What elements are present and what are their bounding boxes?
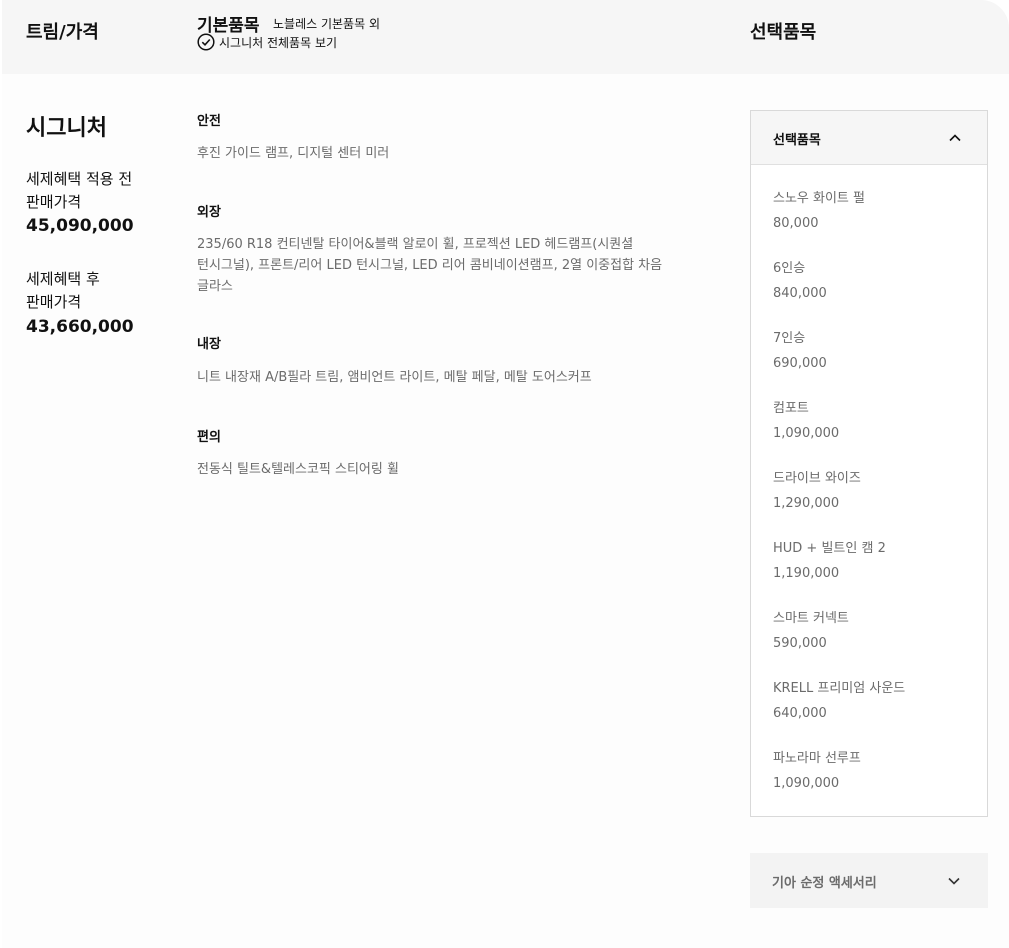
option-item: HUD + 빌트인 캠 2 1,190,000 (773, 537, 886, 581)
view-full-items-link[interactable]: 시그니처 전체품목 보기 (197, 33, 337, 51)
category-safety-body: 후진 가이드 램프, 디지털 센터 미러 (197, 143, 717, 164)
after-tax-label: 세제혜택 후 판매가격 (26, 268, 156, 314)
options-panel-toggle[interactable]: 선택품목 (751, 111, 987, 165)
after-tax-price: 43,660,000 (26, 317, 134, 337)
option-name: HUD + 빌트인 캠 2 (773, 541, 886, 556)
options-panel: 선택품목 스노우 화이트 펄 80,000 6인승 840,000 7인승 69… (750, 110, 988, 817)
option-name: KRELL 프리미엄 사운드 (773, 681, 906, 696)
view-full-items-label: 시그니처 전체품목 보기 (219, 35, 338, 50)
option-price: 690,000 (773, 356, 827, 371)
after-tax-label-line2: 판매가격 (26, 293, 82, 311)
category-interior-body: 니트 내장재 A/B필라 트림, 앰비언트 라이트, 메탈 페달, 메탈 도어스… (197, 367, 717, 388)
option-item: 7인승 690,000 (773, 327, 827, 371)
before-tax-price: 45,090,000 (26, 216, 134, 236)
accessories-title: 기아 순정 액세서리 (772, 876, 877, 891)
category-line: 턴시그널), 프론트/리어 LED 턴시그널, LED 리어 콤비네이션램프, … (197, 258, 663, 273)
option-name: 7인승 (773, 331, 806, 346)
option-name: 파노라마 선루프 (773, 751, 861, 766)
category-line: 니트 내장재 A/B필라 트림, 앰비언트 라이트, 메탈 페달, 메탈 도어스… (197, 370, 592, 385)
option-item: 드라이브 와이즈 1,290,000 (773, 467, 861, 511)
table-header: 트림/가격 기본품목 노블레스 기본품목 외 시그니처 전체품목 보기 선택품목 (2, 0, 1009, 74)
option-item: KRELL 프리미엄 사운드 640,000 (773, 677, 905, 721)
options-panel-title: 선택품목 (773, 133, 821, 148)
category-line: 후진 가이드 램프, 디지털 센터 미러 (197, 146, 390, 161)
option-name: 컴포트 (773, 401, 809, 416)
option-name: 스노우 화이트 펄 (773, 191, 865, 206)
option-price: 80,000 (773, 216, 819, 231)
option-item: 파노라마 선루프 1,090,000 (773, 747, 861, 791)
before-tax-label-line1: 세제혜택 적용 전 (26, 170, 133, 188)
option-item: 컴포트 1,090,000 (773, 397, 839, 441)
option-name: 스마트 커넥트 (773, 611, 849, 626)
option-price: 1,290,000 (773, 496, 840, 511)
trim-price-heading: 트림/가격 (26, 22, 99, 43)
check-circle-icon (197, 33, 215, 51)
basic-items-subtitle: 노블레스 기본품목 외 (273, 17, 380, 31)
option-item: 스마트 커넥트 590,000 (773, 607, 849, 651)
option-price: 1,190,000 (773, 566, 840, 581)
option-price: 840,000 (773, 286, 827, 301)
category-exterior-title: 외장 (197, 205, 221, 220)
chevron-down-icon (948, 877, 960, 885)
before-tax-label: 세제혜택 적용 전 판매가격 (26, 168, 156, 214)
category-line: 전동식 틸트&텔레스코픽 스티어링 휠 (197, 462, 399, 477)
trim-name: 시그니처 (26, 116, 107, 141)
option-price: 1,090,000 (773, 776, 840, 791)
category-interior-title: 내장 (197, 337, 221, 352)
option-name: 6인승 (773, 261, 806, 276)
option-price: 1,090,000 (773, 426, 840, 441)
category-convenience-body: 전동식 틸트&텔레스코픽 스티어링 휠 (197, 459, 717, 480)
after-tax-label-line1: 세제혜택 후 (26, 270, 100, 288)
trim-price-card: 트림/가격 기본품목 노블레스 기본품목 외 시그니처 전체품목 보기 선택품목… (2, 0, 1009, 948)
before-tax-label-line2: 판매가격 (26, 193, 82, 211)
option-price: 590,000 (773, 636, 827, 651)
option-item: 6인승 840,000 (773, 257, 827, 301)
option-name: 드라이브 와이즈 (773, 471, 861, 486)
option-item: 스노우 화이트 펄 80,000 (773, 187, 865, 231)
category-safety-title: 안전 (197, 114, 221, 129)
options-heading: 선택품목 (750, 22, 817, 43)
category-exterior-body: 235/60 R18 컨티넨탈 타이어&블랙 알로이 휠, 프로젝션 LED 헤… (197, 234, 717, 297)
accessories-toggle[interactable]: 기아 순정 액세서리 (750, 853, 988, 908)
category-convenience-title: 편의 (197, 430, 221, 445)
chevron-up-icon (949, 134, 961, 142)
option-price: 640,000 (773, 706, 827, 721)
category-line: 235/60 R18 컨티넨탈 타이어&블랙 알로이 휠, 프로젝션 LED 헤… (197, 237, 634, 252)
category-line: 글라스 (197, 279, 233, 294)
